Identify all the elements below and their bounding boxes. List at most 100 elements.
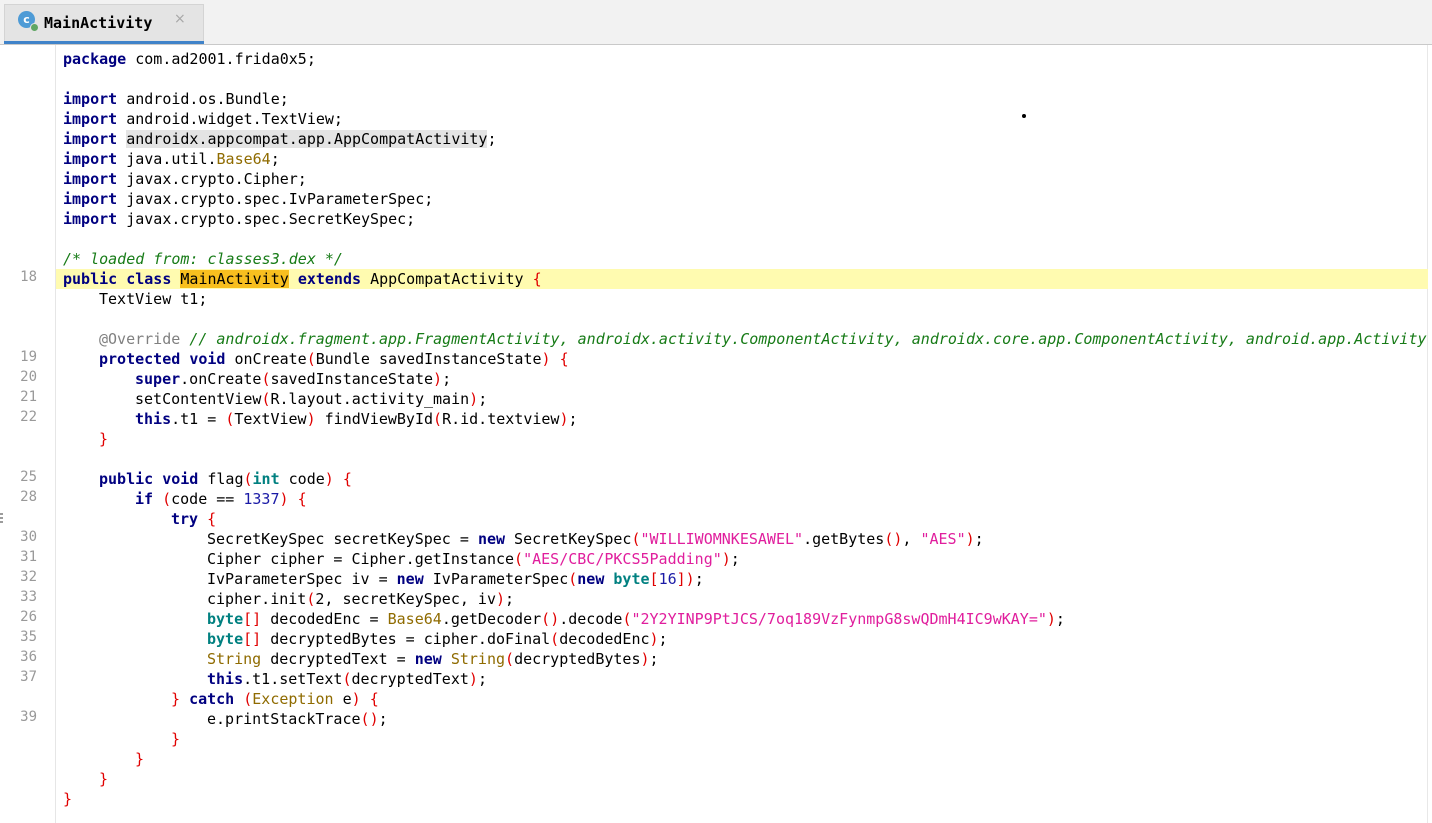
keyword: public: [99, 470, 154, 488]
import-path: android.os.Bundle;: [126, 90, 289, 108]
code-line: @Override // androidx.fragment.app.Fragm…: [56, 329, 1428, 349]
import-path: android.widget.TextView;: [126, 110, 343, 128]
method-name: flag: [207, 470, 244, 488]
keyword: this: [135, 410, 172, 428]
string-literal: "WILLIWOMNKESAWEL": [640, 530, 804, 548]
keyword: package: [63, 50, 127, 68]
comment: // androidx.fragment.app.FragmentActivit…: [189, 330, 1427, 348]
annotation: @Override: [99, 330, 181, 348]
code-editor[interactable]: package com.ad2001.frida0x5; import andr…: [56, 45, 1432, 823]
method-name: onCreate: [234, 350, 307, 368]
active-tab-indicator: [4, 41, 204, 44]
keyword: import: [63, 170, 118, 188]
keyword: extends: [297, 270, 362, 288]
keyword: import: [63, 130, 118, 148]
keyword: import: [63, 90, 118, 108]
code-line: e.printStackTrace();: [207, 710, 388, 728]
comment: /* loaded from: classes3.dex */: [63, 250, 343, 268]
keyword: void: [189, 350, 226, 368]
super-class: AppCompatActivity: [370, 270, 524, 288]
keyword: protected: [99, 350, 181, 368]
class-ref: Base64: [216, 150, 271, 168]
field-decl: TextView t1;: [99, 290, 208, 308]
code-line: protected void onCreate(Bundle savedInst…: [99, 350, 569, 368]
keyword: public: [63, 270, 118, 288]
code-line: }: [135, 750, 145, 768]
type-keyword: byte: [207, 630, 244, 648]
import-path: javax.crypto.spec.SecretKeySpec;: [126, 210, 416, 228]
code-line: super.onCreate(savedInstanceState);: [135, 370, 452, 388]
line-number: 30: [20, 529, 37, 545]
code-line: this.t1 = (TextView) findViewById(R.id.t…: [135, 410, 578, 428]
code-line: import javax.crypto.spec.SecretKeySpec;: [56, 209, 1428, 229]
import-path: javax.crypto.Cipher;: [126, 170, 307, 188]
code-line: }: [99, 770, 109, 788]
line-number: 21: [20, 389, 37, 405]
string-literal: "AES/CBC/PKCS5Padding": [523, 550, 722, 568]
string-literal: "AES": [920, 530, 966, 548]
line-number: 35: [20, 629, 37, 645]
tab-title: MainActivity: [44, 14, 153, 32]
line-number: 36: [20, 649, 37, 665]
code-line: import javax.crypto.Cipher;: [56, 169, 1428, 189]
code-line: package com.ad2001.frida0x5;: [56, 49, 1428, 69]
number-literal: 16: [658, 570, 677, 588]
line-number: 22: [20, 409, 37, 425]
keyword: catch: [189, 690, 235, 708]
keyword: new: [577, 570, 605, 588]
code-line: /* loaded from: classes3.dex */: [56, 249, 1428, 269]
code-line: try {: [171, 510, 217, 528]
close-tab-icon[interactable]: ×: [174, 11, 186, 27]
keyword: new: [477, 530, 506, 548]
class-badge-icon: [30, 23, 39, 32]
line-number-gutter: 18 19 20 21 22 25 28 30 31 32 33 26 35 3…: [0, 45, 56, 823]
code-line: IvParameterSpec iv = new IvParameterSpec…: [207, 570, 704, 588]
code-line: cipher.init(2, secretKeySpec, iv);: [207, 590, 515, 608]
code-line: }: [63, 790, 73, 808]
type-keyword: int: [252, 470, 280, 488]
keyword: class: [126, 270, 172, 288]
code-line: }: [99, 430, 109, 448]
class-ref: Base64: [387, 610, 442, 628]
import-path: javax.crypto.spec.IvParameterSpec;: [126, 190, 434, 208]
brace: {: [532, 270, 542, 288]
code-line: SecretKeySpec secretKeySpec = new Secret…: [207, 530, 984, 548]
code-line: this.t1.setText(decryptedText);: [207, 670, 487, 688]
line-number: 25: [20, 469, 37, 485]
keyword: try: [171, 510, 199, 528]
code-line: Cipher cipher = Cipher.getInstance("AES/…: [207, 550, 740, 568]
code-line: byte[] decodedEnc = Base64.getDecoder().…: [207, 610, 1065, 628]
line-number: 33: [20, 589, 37, 605]
line-number: 26: [20, 609, 37, 625]
keyword: new: [396, 570, 424, 588]
code-line: import androidx.appcompat.app.AppCompatA…: [56, 129, 1428, 149]
code-line: import java.util.Base64;: [56, 149, 1428, 169]
line-number: 39: [20, 709, 37, 725]
line-number: 32: [20, 569, 37, 585]
type-keyword: byte: [207, 610, 244, 628]
fold-marker-icon[interactable]: [0, 513, 4, 531]
code-line: }: [171, 730, 181, 748]
mouse-cursor-dot: [1022, 114, 1026, 118]
semicolon: ;: [270, 150, 280, 168]
code-line: import javax.crypto.spec.IvParameterSpec…: [56, 189, 1428, 209]
line-number: 31: [20, 549, 37, 565]
keyword: import: [63, 190, 118, 208]
keyword: void: [162, 470, 199, 488]
line-number: 20: [20, 369, 37, 385]
class-ref: String: [450, 650, 506, 668]
keyword: import: [63, 210, 118, 228]
number-literal: 1337: [243, 490, 280, 508]
line-number: 18: [20, 269, 37, 285]
keyword: import: [63, 150, 118, 168]
type-keyword: byte: [613, 570, 650, 588]
class-ref: Exception: [252, 690, 334, 708]
class-ref: String: [207, 650, 262, 668]
code-line: public void flag(int code) {: [99, 470, 352, 488]
code-line: byte[] decryptedBytes = cipher.doFinal(d…: [207, 630, 668, 648]
code-line: import android.os.Bundle;: [56, 89, 1428, 109]
semicolon: ;: [487, 130, 497, 148]
editor-tab-bar: c MainActivity ×: [0, 0, 1432, 45]
import-path: java.util.: [126, 150, 217, 168]
line-number: 37: [20, 669, 37, 685]
